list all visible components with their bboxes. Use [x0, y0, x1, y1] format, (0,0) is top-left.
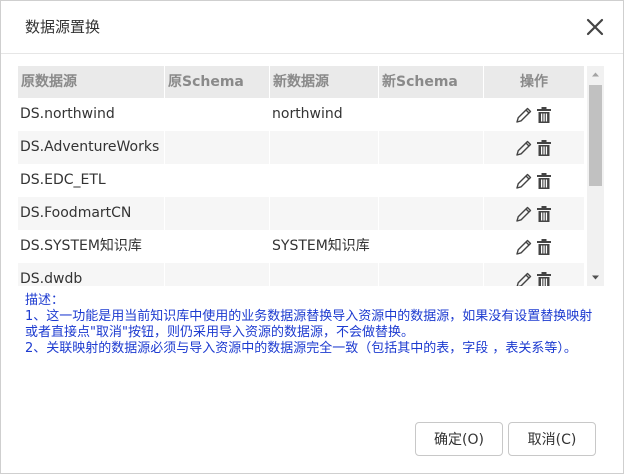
orig-schema-cell	[165, 98, 270, 131]
table-row[interactable]: DS.FoodmartCN	[18, 197, 584, 230]
new-datasource-cell[interactable]	[270, 197, 379, 230]
new-schema-cell[interactable]	[379, 164, 484, 197]
orig-datasource-cell: DS.northwind	[20, 106, 115, 122]
header-orig-schema[interactable]: 原Schema	[165, 66, 270, 98]
orig-datasource-cell: DS.EDC_ETL	[20, 172, 106, 188]
orig-datasource-cell: DS.SYSTEM知识库	[20, 238, 142, 254]
pencil-icon[interactable]	[514, 171, 534, 191]
trash-icon[interactable]	[534, 105, 554, 125]
new-datasource-cell[interactable]	[270, 131, 379, 164]
new-schema-cell[interactable]	[379, 197, 484, 230]
cancel-button[interactable]: 取消(C)	[508, 422, 596, 456]
header-new-schema[interactable]: 新Schema	[379, 66, 484, 98]
table-row[interactable]: DS.AdventureWorks	[18, 131, 584, 164]
new-datasource-cell[interactable]	[270, 263, 379, 286]
pencil-icon[interactable]	[514, 105, 534, 125]
pencil-icon[interactable]	[514, 204, 534, 224]
trash-icon[interactable]	[534, 138, 554, 158]
orig-schema-cell	[165, 197, 270, 230]
actions-cell	[484, 131, 584, 164]
actions-cell	[484, 98, 584, 131]
actions-cell	[484, 263, 584, 286]
scrollbar-thumb[interactable]	[589, 85, 602, 186]
replace-datasource-dialog: 数据源置换 原数据源 原Schema 新数据源 新Schema 操作 DS.no…	[0, 0, 624, 474]
trash-icon[interactable]	[534, 204, 554, 224]
header-actions: 操作	[520, 74, 548, 90]
orig-schema-cell	[165, 164, 270, 197]
new-schema-cell[interactable]	[379, 230, 484, 263]
table-body: DS.northwind northwind DS.AdventureWorks	[18, 98, 584, 286]
table-scrollbar[interactable]	[587, 66, 604, 286]
table-row[interactable]: DS.northwind northwind	[18, 98, 584, 131]
pencil-icon[interactable]	[514, 138, 534, 158]
ok-button[interactable]: 确定(O)	[415, 422, 503, 456]
orig-schema-cell	[165, 263, 270, 286]
table-header: 原数据源 原Schema 新数据源 新Schema 操作	[18, 66, 584, 98]
dialog-titlebar: 数据源置换	[1, 1, 623, 54]
close-icon[interactable]	[583, 15, 607, 39]
table-row[interactable]: DS.EDC_ETL	[18, 164, 584, 197]
table-row[interactable]: DS.SYSTEM知识库 SYSTEM知识库	[18, 230, 584, 263]
actions-cell	[484, 230, 584, 263]
new-datasource-cell[interactable]: SYSTEM知识库	[270, 230, 379, 263]
orig-schema-cell	[165, 230, 270, 263]
trash-icon[interactable]	[534, 171, 554, 191]
description-line-2: 2、关联映射的数据源必须与导入资源中的数据源完全一致（包括其中的表，字段 ，表关…	[25, 341, 577, 356]
dialog-title: 数据源置换	[25, 18, 101, 36]
actions-cell	[484, 197, 584, 230]
header-orig-datasource[interactable]: 原数据源	[18, 66, 165, 98]
pencil-icon[interactable]	[514, 237, 534, 257]
new-datasource-cell[interactable]: northwind	[270, 98, 379, 131]
orig-datasource-cell: DS.AdventureWorks	[18, 131, 165, 164]
table-row[interactable]: DS.dwdb	[18, 263, 584, 286]
trash-icon[interactable]	[534, 237, 554, 257]
new-datasource-cell[interactable]	[270, 164, 379, 197]
pencil-icon[interactable]	[514, 270, 534, 286]
new-schema-cell[interactable]	[379, 131, 484, 164]
actions-cell	[484, 164, 584, 197]
orig-datasource-cell: DS.dwdb	[18, 263, 165, 286]
header-new-datasource[interactable]: 新数据源	[270, 66, 379, 98]
orig-schema-cell	[165, 131, 270, 164]
scroll-up-arrow-icon[interactable]	[587, 66, 604, 83]
description-text: 描述： 1、这一功能是用当前知识库中使用的业务数据源替换导入资源中的数据源，如果…	[25, 293, 597, 357]
trash-icon[interactable]	[534, 270, 554, 286]
description-heading: 描述：	[25, 293, 65, 308]
new-schema-cell[interactable]	[379, 263, 484, 286]
datasource-table: 原数据源 原Schema 新数据源 新Schema 操作 DS.northwin…	[18, 66, 604, 286]
description-line-1: 1、这一功能是用当前知识库中使用的业务数据源替换导入资源中的数据源，如果没有设置…	[25, 309, 593, 340]
new-schema-cell[interactable]	[379, 98, 484, 131]
scroll-down-arrow-icon[interactable]	[587, 269, 604, 286]
orig-datasource-cell: DS.FoodmartCN	[18, 197, 165, 230]
